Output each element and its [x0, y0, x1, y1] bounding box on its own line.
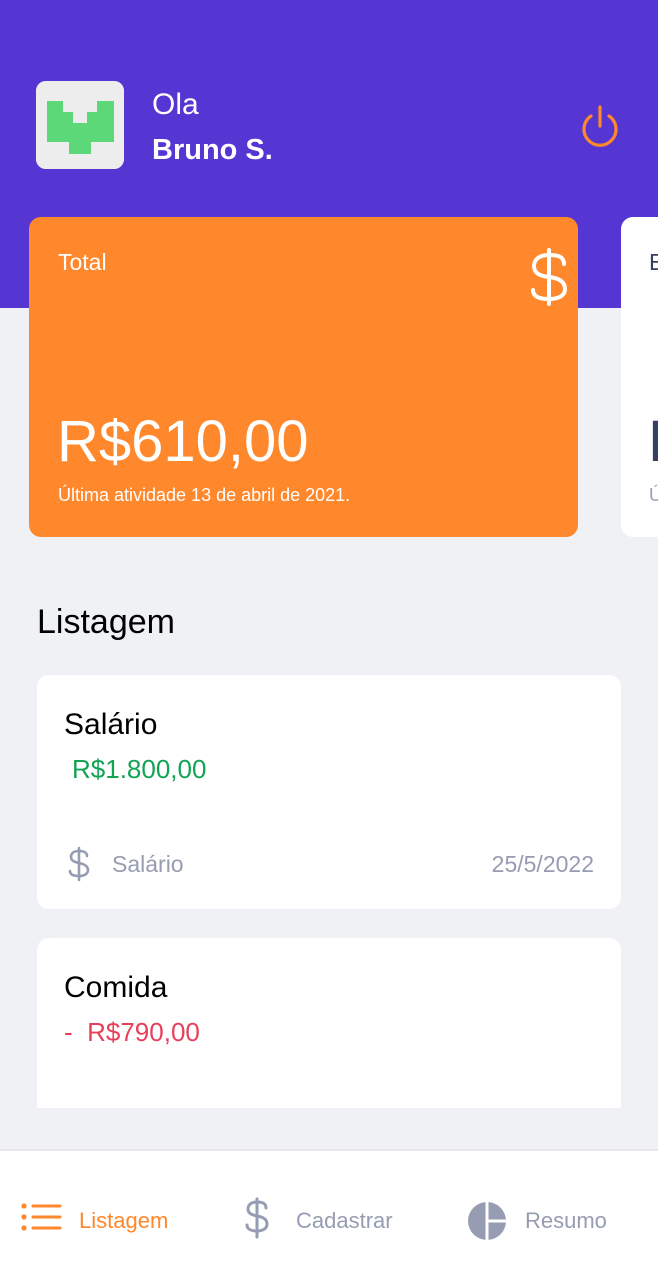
bottom-tab-bar: Listagem Cadastrar Resumo	[0, 1149, 658, 1280]
tab-cadastrar[interactable]: Cadastrar	[244, 1151, 424, 1280]
pie-chart-icon	[468, 1202, 506, 1240]
summary-cards: Total R$610,00 Última atividade 13 de ab…	[0, 217, 658, 537]
greeting-text: Ola	[152, 88, 199, 121]
tab-label: Cadastrar	[296, 1208, 393, 1233]
total-card-label: Total	[58, 249, 107, 275]
tab-label: Resumo	[525, 1208, 607, 1233]
tab-resumo[interactable]: Resumo	[467, 1151, 647, 1280]
transaction-title: Comida	[64, 971, 168, 1004]
list-icon	[21, 1203, 62, 1231]
dollar-sign-icon	[68, 847, 90, 881]
transaction-date: 25/5/2022	[491, 851, 594, 877]
user-name: Bruno S.	[152, 134, 273, 166]
list-title: Listagem	[37, 603, 175, 641]
next-card-amount: I	[649, 409, 658, 474]
transaction-card[interactable]: Comida - R$790,00	[37, 938, 621, 1108]
transaction-title: Salário	[64, 708, 158, 741]
transaction-list[interactable]: Salário R$1.800,00 Salário 25/5/2022 Com…	[0, 675, 658, 1108]
avatar[interactable]	[36, 81, 124, 169]
logout-button[interactable]	[578, 104, 622, 150]
total-last-activity: Última atividade 13 de abril de 2021.	[58, 485, 351, 505]
next-summary-card[interactable]: E I Ú	[621, 217, 658, 537]
app-logo-icon	[36, 81, 124, 169]
total-amount: R$610,00	[57, 409, 309, 474]
next-card-label: E	[649, 249, 658, 275]
next-card-activity: Ú	[649, 485, 658, 505]
transaction-amount: - R$790,00	[64, 1017, 200, 1047]
power-icon	[582, 105, 618, 147]
tab-label: Listagem	[79, 1208, 169, 1233]
dollar-sign-icon	[245, 1197, 269, 1239]
tab-listagem[interactable]: Listagem	[20, 1151, 200, 1280]
transaction-amount: R$1.800,00	[72, 754, 207, 784]
transaction-card[interactable]: Salário R$1.800,00 Salário 25/5/2022	[37, 675, 621, 909]
transaction-category: Salário	[112, 851, 184, 877]
total-card: Total R$610,00 Última atividade 13 de ab…	[29, 217, 578, 537]
dollar-sign-icon	[531, 248, 568, 306]
